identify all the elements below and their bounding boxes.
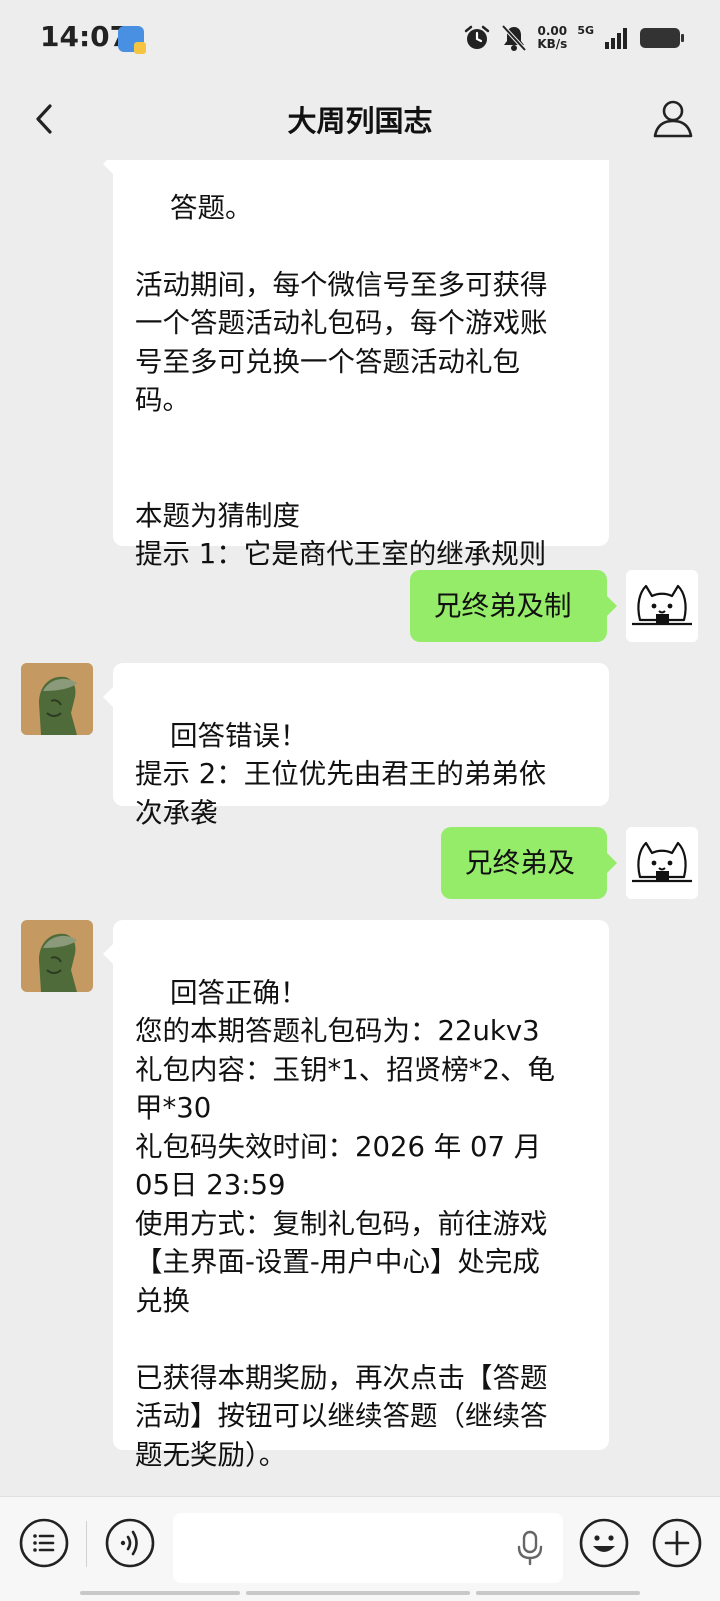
message-bubble-incoming[interactable]: 答题。 活动期间，每个微信号至多可获得 一个答题活动礼包码，每个游戏账 号至多可…: [103, 160, 609, 570]
message-bubble-outgoing[interactable]: 兄终弟及制: [410, 570, 617, 642]
warrior-avatar-icon: [21, 663, 93, 735]
message-text: 兄终弟及制: [434, 590, 572, 622]
message-text: 回答正确！ 您的本期答题礼包码为：22ukv3 礼包内容：玉钥*1、招贤榜*2、…: [135, 976, 555, 1471]
warrior-avatar-icon: [21, 920, 93, 992]
message-bubble-outgoing[interactable]: 兄终弟及: [441, 827, 617, 899]
page-title: 大周列国志: [287, 104, 433, 138]
net-speed-unit: KB/s: [537, 37, 568, 51]
emoji-icon[interactable]: [578, 1517, 630, 1569]
user-avatar[interactable]: [626, 827, 698, 899]
home-indicator-center: [246, 1591, 470, 1595]
status-bar: 14:07 0.00 KB/s 5G: [0, 0, 720, 78]
alarm-icon: [465, 25, 490, 49]
signal-icon: [605, 28, 627, 49]
user-avatar[interactable]: [626, 570, 698, 642]
net-speed: 0.00 KB/s: [537, 25, 567, 51]
plus-icon[interactable]: [651, 1517, 703, 1569]
mic-icon[interactable]: [511, 1529, 549, 1567]
input-bar: [0, 1496, 720, 1601]
profile-icon[interactable]: [650, 96, 696, 142]
message-text: 兄终弟及: [465, 847, 575, 879]
home-indicator-right: [476, 1591, 640, 1595]
cat-avatar-icon: [626, 827, 698, 899]
home-indicator-left: [80, 1591, 240, 1595]
chat-area[interactable]: 答题。 活动期间，每个微信号至多可获得 一个答题活动礼包码，每个游戏账 号至多可…: [0, 160, 720, 1496]
menu-list-icon[interactable]: [18, 1517, 70, 1569]
network-type: 5G: [577, 23, 594, 37]
message-text: 回答错误！ 提示 2：王位优先由君王的弟弟依 次承袭: [135, 719, 547, 829]
message-text: 答题。 活动期间，每个微信号至多可获得 一个答题活动礼包码，每个游戏账 号至多可…: [135, 191, 548, 571]
message-input[interactable]: [173, 1513, 563, 1583]
mute-bell-icon: [501, 24, 527, 52]
notification-app-icon: [118, 26, 146, 54]
nav-bar: 大周列国志: [0, 78, 720, 160]
voice-icon[interactable]: [104, 1517, 156, 1569]
official-account-avatar[interactable]: [21, 920, 93, 992]
status-time: 14:07: [40, 20, 130, 53]
battery-icon: [640, 28, 684, 48]
message-bubble-incoming[interactable]: 回答错误！ 提示 2：王位优先由君王的弟弟依 次承袭: [103, 663, 609, 829]
message-bubble-incoming[interactable]: 回答正确！ 您的本期答题礼包码为：22ukv3 礼包内容：玉钥*1、招贤榜*2、…: [103, 920, 609, 1471]
cat-avatar-icon: [626, 570, 698, 642]
status-icons: 0.00 KB/s 5G: [463, 18, 684, 58]
official-account-avatar[interactable]: [21, 663, 93, 735]
divider: [86, 1521, 87, 1567]
